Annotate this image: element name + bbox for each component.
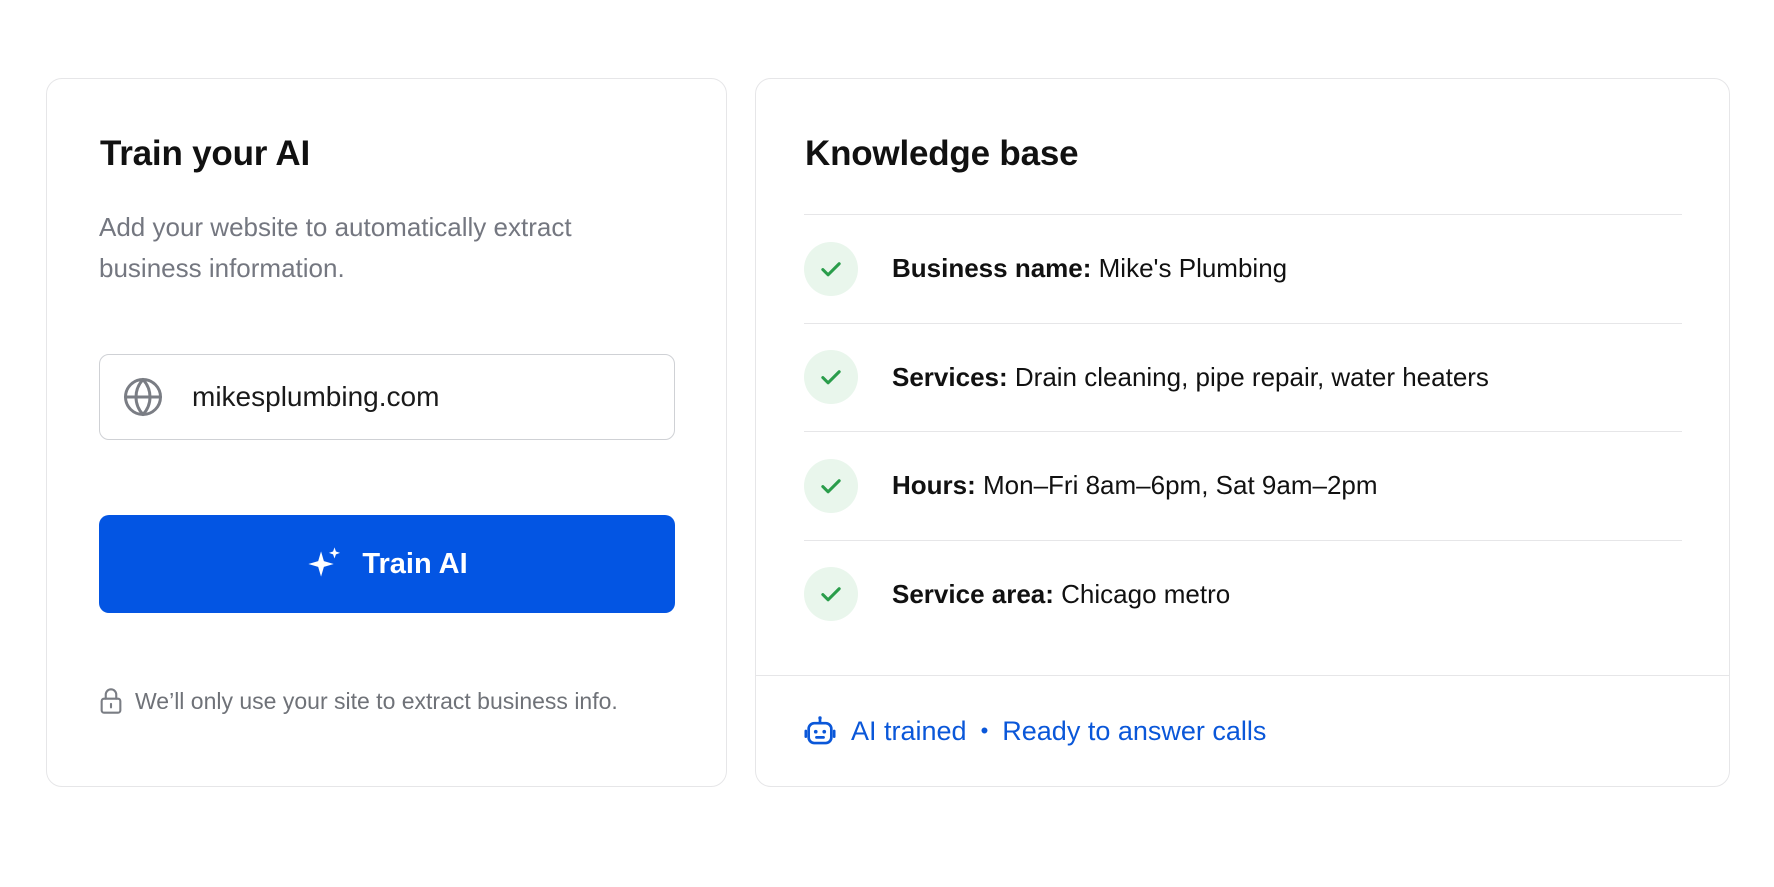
knowledge-item-service-area: Service area: Chicago metro [804, 539, 1682, 649]
globe-icon [124, 378, 162, 416]
check-icon [804, 350, 858, 405]
knowledge-item-hours: Hours: Mon–Fri 8am–6pm, Sat 9am–2pm [804, 431, 1682, 540]
ready-status: Ready to answer calls [1002, 715, 1267, 746]
check-icon [804, 241, 858, 296]
train-ai-button[interactable]: Train AI [99, 515, 675, 613]
train-ai-description: Add your website to automatically extrac… [99, 212, 572, 283]
knowledge-item-label: Service area: [892, 578, 1054, 609]
status-separator: • [980, 718, 989, 743]
knowledge-base-list: Business name: Mike's Plumbing Services:… [804, 214, 1682, 648]
privacy-note: We’ll only use your site to extract busi… [99, 687, 618, 715]
knowledge-item-text: Hours: Mon–Fri 8am–6pm, Sat 9am–2pm [892, 470, 1378, 501]
knowledge-item-value: Drain cleaning, pipe repair, water heate… [1014, 361, 1489, 392]
privacy-note-text: We’ll only use your site to extract busi… [135, 687, 618, 714]
ai-status-footer: AI trained • Ready to answer calls [756, 675, 1729, 786]
knowledge-item-label: Business name: [892, 253, 1092, 284]
knowledge-item-label: Services: [892, 361, 1008, 392]
website-url-field[interactable] [99, 354, 675, 440]
check-icon [804, 567, 858, 622]
knowledge-base-card: Knowledge base Business name: Mike's Plu… [755, 78, 1730, 787]
knowledge-item-value: Chicago metro [1061, 578, 1231, 609]
lock-icon [100, 688, 122, 714]
robot-icon [804, 716, 836, 745]
knowledge-item-text: Service area: Chicago metro [892, 579, 1230, 610]
sparkle-icon [308, 547, 341, 577]
knowledge-item-label: Hours: [892, 470, 976, 501]
ai-trained-status: AI trained [851, 715, 967, 746]
check-icon [804, 458, 858, 513]
knowledge-item-value: Mon–Fri 8am–6pm, Sat 9am–2pm [983, 470, 1378, 501]
train-ai-title: Train your AI [100, 134, 311, 173]
website-url-input[interactable] [192, 381, 632, 413]
knowledge-base-title: Knowledge base [805, 134, 1079, 173]
knowledge-item-text: Services: Drain cleaning, pipe repair, w… [892, 362, 1489, 393]
knowledge-item-business-name: Business name: Mike's Plumbing [804, 214, 1682, 323]
knowledge-item-value: Mike's Plumbing [1098, 253, 1288, 284]
train-ai-button-label: Train AI [362, 547, 468, 580]
knowledge-item-text: Business name: Mike's Plumbing [892, 253, 1287, 284]
train-ai-card: Train your AI Add your website to automa… [46, 78, 727, 787]
knowledge-item-services: Services: Drain cleaning, pipe repair, w… [804, 322, 1682, 432]
